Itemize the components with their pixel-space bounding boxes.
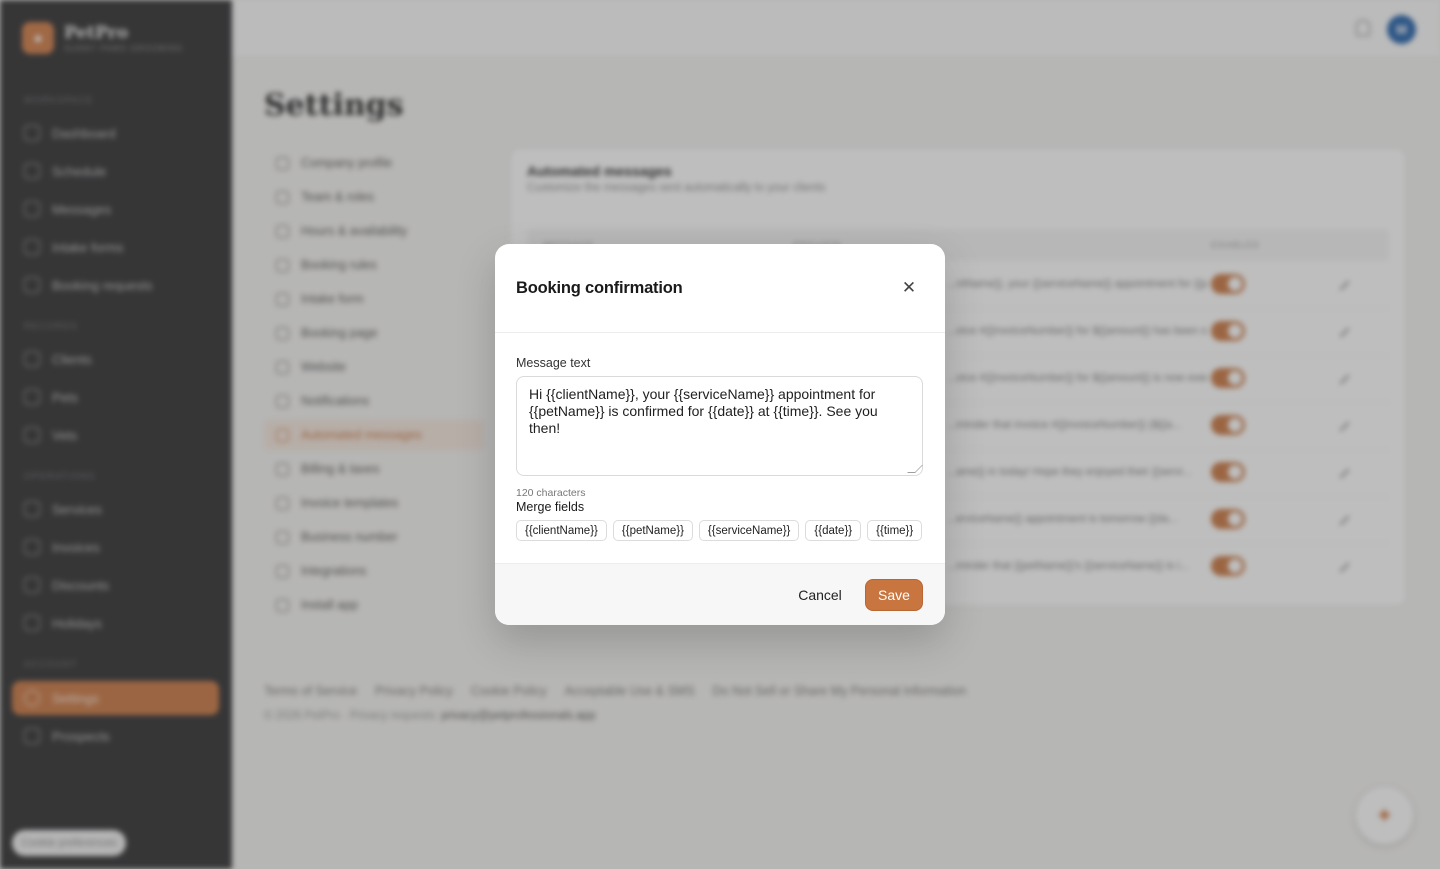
message-text-label: Message text xyxy=(516,356,591,370)
merge-field-pet-name[interactable]: {{petName}} xyxy=(612,520,693,541)
message-text-input[interactable]: Hi {{clientName}}, your {{serviceName}} … xyxy=(516,376,923,476)
character-count: 120 characters xyxy=(516,487,586,499)
merge-field-date[interactable]: {{date}} xyxy=(805,520,862,541)
merge-field-time[interactable]: {{time}} xyxy=(867,520,923,541)
merge-field-service-name[interactable]: {{serviceName}} xyxy=(698,520,800,541)
merge-fields-title: Merge fields xyxy=(516,500,585,514)
cancel-button[interactable]: Cancel xyxy=(788,579,852,611)
modal-title: Booking confirmation xyxy=(516,279,683,297)
merge-field-client-name[interactable]: {{clientName}} xyxy=(516,520,607,541)
modal-header: Booking confirmation ✕ xyxy=(495,244,945,333)
close-icon[interactable]: ✕ xyxy=(898,277,920,299)
modal-footer: Cancel Save xyxy=(495,563,945,625)
merge-fields-list: {{clientName}} {{petName}} {{serviceName… xyxy=(516,520,923,541)
booking-confirmation-modal: Booking confirmation ✕ Message text Hi {… xyxy=(495,244,945,625)
save-button[interactable]: Save xyxy=(865,579,923,611)
